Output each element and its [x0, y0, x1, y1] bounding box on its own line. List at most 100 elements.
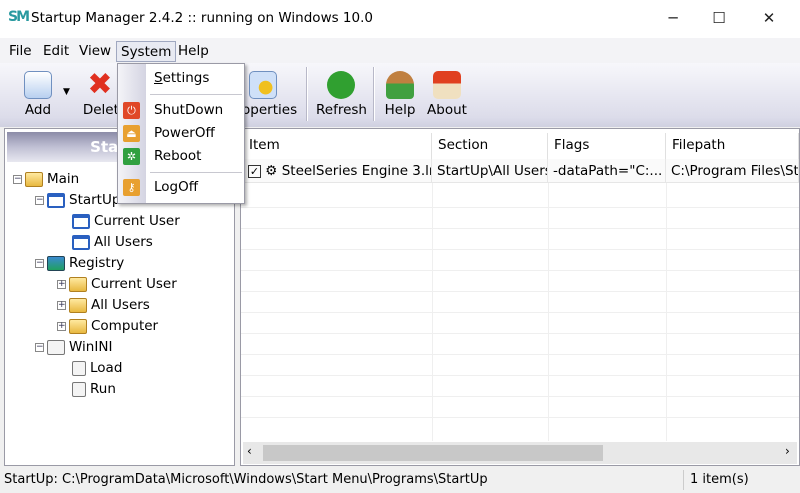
properties-magnifier-icon: [249, 71, 277, 99]
help-label: Help: [384, 102, 416, 118]
tree-node-registry[interactable]: − Registry: [13, 253, 180, 274]
tree-label: WinINI: [69, 339, 113, 355]
grid-line: [241, 417, 799, 418]
table-row[interactable]: ✓ ⚙ SteelSeries Engine 3.lnk StartUp\All…: [241, 159, 799, 183]
collapse-icon[interactable]: −: [35, 258, 44, 268]
items-list: Item Section Flags Filepath ✓ ⚙ SteelSer…: [240, 128, 800, 466]
column-header-section[interactable]: Section: [432, 133, 548, 159]
tree-node-startup-all-users[interactable]: All Users: [13, 232, 180, 253]
registry-folder-icon: [69, 318, 87, 334]
column-header-item[interactable]: Item: [243, 133, 432, 159]
grid-line: [241, 375, 799, 376]
collapse-icon[interactable]: −: [35, 195, 44, 205]
expand-icon[interactable]: +: [57, 321, 66, 331]
tree-node-load[interactable]: Load: [13, 358, 180, 379]
winini-icon: [47, 339, 65, 355]
add-document-icon: [24, 71, 52, 99]
folder-open-icon: [25, 171, 43, 187]
toolbar-separator: [373, 67, 375, 121]
tree-node-registry-computer[interactable]: + Computer: [13, 316, 180, 337]
status-path: StartUp: C:\ProgramData\Microsoft\Window…: [4, 472, 488, 487]
scroll-left-icon[interactable]: ‹: [247, 444, 252, 458]
collapse-icon[interactable]: −: [13, 174, 22, 184]
ini-file-icon: [72, 381, 86, 397]
tree-node-registry-all-users[interactable]: + All Users: [13, 295, 180, 316]
startup-folder-icon: [72, 213, 90, 229]
scrollbar-thumb[interactable]: [263, 445, 603, 461]
toolbar-separator: [306, 67, 308, 121]
close-button[interactable]: ✕: [746, 0, 792, 36]
grid-line: [241, 207, 799, 208]
menu-edit[interactable]: Edit: [39, 41, 73, 62]
add-dropdown-arrow-icon[interactable]: ▼: [63, 87, 70, 97]
menu-help[interactable]: Help: [174, 41, 213, 62]
registry-folder-icon: [69, 297, 87, 313]
tree-label: All Users: [94, 234, 153, 250]
about-label: About: [427, 102, 467, 118]
tree-label: Current User: [91, 276, 177, 292]
menu-separator: [150, 172, 242, 174]
menu-item-poweroff[interactable]: PowerOff: [154, 125, 215, 141]
ini-file-icon: [72, 360, 86, 376]
menu-item-logoff[interactable]: LogOff: [154, 179, 198, 195]
grid-line: [432, 183, 433, 441]
grid-line: [241, 354, 799, 355]
enabled-checkbox[interactable]: ✓: [248, 164, 261, 178]
menu-item-settings[interactable]: Settings: [154, 70, 209, 86]
tree-label: StartUp: [69, 192, 121, 208]
menu-file[interactable]: File: [5, 41, 36, 62]
refresh-button[interactable]: Refresh: [316, 65, 367, 125]
item-name: SteelSeries Engine 3.lnk: [281, 163, 432, 179]
tree-label: Main: [47, 171, 80, 187]
status-bar: StartUp: C:\ProgramData\Microsoft\Window…: [0, 466, 800, 493]
tree-node-startup-current-user[interactable]: Current User: [13, 211, 180, 232]
about-house-icon: [433, 71, 461, 99]
collapse-icon[interactable]: −: [35, 342, 44, 352]
maximize-button[interactable]: ☐: [696, 0, 742, 36]
grid-line: [241, 333, 799, 334]
tree-node-winini[interactable]: − WinINI: [13, 337, 180, 358]
expand-icon[interactable]: +: [57, 300, 66, 310]
column-header-flags[interactable]: Flags: [548, 133, 666, 159]
grid-line: [241, 228, 799, 229]
startup-folder-icon: [72, 234, 90, 250]
title-bar: SM Startup Manager 2.4.2 :: running on W…: [0, 0, 800, 38]
tree-node-run[interactable]: Run: [13, 379, 180, 400]
grid-line: [666, 183, 667, 441]
tree-label: Load: [90, 360, 123, 376]
registry-folder-icon: [69, 276, 87, 292]
status-count: 1 item(s): [690, 472, 749, 487]
refresh-arrows-icon: [327, 71, 355, 99]
logoff-key-icon: ⚷: [123, 179, 140, 196]
minimize-button[interactable]: ─: [650, 0, 696, 36]
menu-view[interactable]: View: [75, 41, 115, 62]
app-logo-icon: SM: [8, 9, 30, 25]
menu-item-shutdown[interactable]: ShutDown: [154, 102, 223, 118]
startup-icon: [47, 192, 65, 208]
scroll-right-icon[interactable]: ›: [785, 444, 790, 458]
menu-separator: [150, 94, 242, 96]
system-menu-dropdown: Settings ⏻ ShutDown ⏏ PowerOff ✲ Reboot …: [117, 63, 245, 204]
cell-section: StartUp\All Users: [432, 159, 548, 183]
expand-icon[interactable]: +: [57, 279, 66, 289]
grid-line: [548, 183, 549, 441]
help-button[interactable]: Help: [383, 65, 417, 125]
horizontal-scrollbar[interactable]: ‹ ›: [243, 442, 797, 464]
cell-filepath: C:\Program Files\SteelSeries\: [666, 159, 799, 183]
menu-item-reboot[interactable]: Reboot: [154, 148, 201, 164]
add-button[interactable]: Add: [18, 65, 58, 125]
column-header-filepath[interactable]: Filepath: [666, 133, 799, 159]
shutdown-icon: ⏻: [123, 102, 140, 119]
grid-line: [241, 249, 799, 250]
cell-item: ✓ ⚙ SteelSeries Engine 3.lnk: [243, 159, 432, 183]
grid-line: [241, 396, 799, 397]
registry-icon: [47, 255, 65, 271]
tree-node-registry-current-user[interactable]: + Current User: [13, 274, 180, 295]
poweroff-eject-icon: ⏏: [123, 125, 140, 142]
grid-line: [241, 270, 799, 271]
menu-system[interactable]: System: [116, 41, 177, 62]
delete-x-icon: ✖: [87, 67, 113, 102]
about-button[interactable]: About: [426, 65, 468, 125]
tree-label: Run: [90, 381, 116, 397]
settings-label: ettings: [162, 70, 210, 86]
